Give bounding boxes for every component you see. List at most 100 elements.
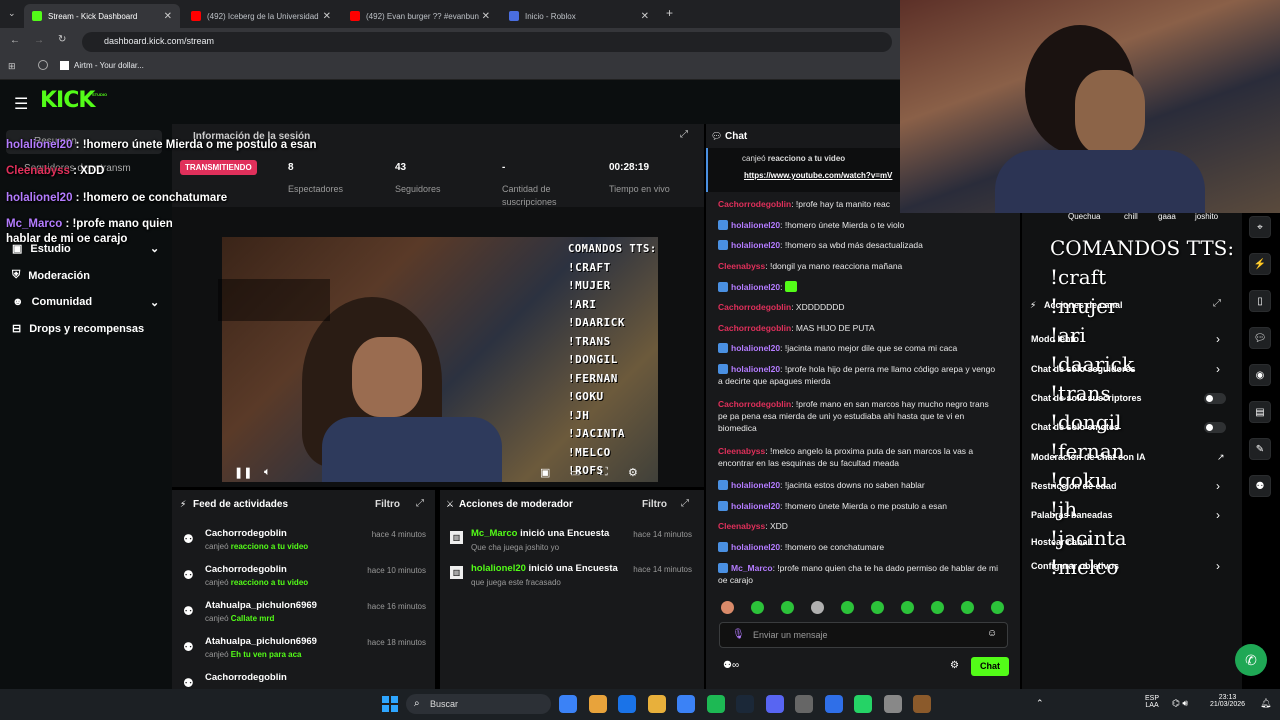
forward-icon[interactable]: →	[34, 35, 44, 46]
language-indicator[interactable]: ESP LAA	[1145, 695, 1159, 709]
emote-icon[interactable]	[991, 601, 1004, 614]
sidebar-item-drops[interactable]: ⊟ Drops y recompensas	[12, 322, 144, 336]
emoji-icon[interactable]: ☺	[987, 628, 997, 639]
channel-action-row[interactable]: Restricción de edad	[1031, 481, 1117, 491]
github-icon[interactable]	[765, 695, 784, 713]
apps-icon[interactable]: ⊞	[8, 61, 16, 72]
support-chat-icon[interactable]: ✆	[1235, 644, 1267, 676]
globe-icon[interactable]	[38, 60, 48, 70]
notification-bell-icon[interactable]: 🔔︎	[1260, 698, 1271, 709]
emote-icon[interactable]	[961, 601, 974, 614]
mod-username[interactable]: holalionel20	[471, 563, 526, 574]
chat-username[interactable]: holalionel20	[731, 480, 780, 490]
hamburger-menu-icon[interactable]: ☰	[14, 94, 28, 114]
vscode-icon[interactable]	[795, 695, 813, 713]
chat-username[interactable]: holalionel20	[731, 542, 780, 552]
new-tab-icon[interactable]: +	[666, 6, 673, 20]
bookmark-airtm[interactable]: Airtm - Your dollar...	[74, 61, 144, 70]
reload-icon[interactable]: ↻	[58, 34, 66, 45]
channel-action-row[interactable]: Chat de solo emotes	[1031, 422, 1119, 432]
emote-icon[interactable]	[781, 601, 794, 614]
store-icon[interactable]	[647, 695, 666, 713]
chat-username[interactable]: Cachorrodegoblin	[718, 302, 791, 312]
close-icon[interactable]: ✕	[482, 11, 490, 22]
whatsapp-icon[interactable]	[824, 695, 843, 713]
browser-tab[interactable]: (492) Evan burger ?? #evanbun ✕	[342, 4, 498, 28]
external-link-icon[interactable]: ↗	[1217, 452, 1225, 463]
close-icon[interactable]: ✕	[641, 11, 649, 22]
chat-settings-icon[interactable]: ⚙	[950, 660, 959, 671]
card-icon[interactable]: ▯	[1249, 290, 1271, 312]
chat-username[interactable]: holalionel20	[731, 282, 780, 292]
popout-icon[interactable]: ⤢	[416, 498, 424, 509]
tab-list-icon[interactable]: ⌄	[8, 8, 16, 19]
windows-start-icon[interactable]	[382, 696, 398, 712]
people-icon[interactable]: ⚉	[1249, 475, 1271, 497]
minecraft-icon[interactable]	[913, 695, 931, 713]
file-explorer-icon[interactable]	[618, 695, 636, 713]
volume-icon[interactable]: 🔈︎	[264, 466, 271, 479]
spotify-icon[interactable]	[677, 695, 695, 713]
chat-username[interactable]: holalionel20	[731, 501, 780, 511]
emote-icon[interactable]	[901, 601, 914, 614]
sidebar-item-community[interactable]: ☻ Comunidad ⌄	[12, 296, 159, 309]
tray-overflow-icon[interactable]: ⌃	[1036, 698, 1044, 709]
browser-tab[interactable]: Stream - Kick Dashboard ✕	[24, 4, 180, 28]
chevron-right-icon[interactable]: ›	[1216, 559, 1220, 573]
emote-label[interactable]: gaaa	[1158, 212, 1176, 221]
browser-tab[interactable]: Inicio - Roblox ✕	[501, 4, 657, 28]
chat-username[interactable]: Cachorrodegoblin	[718, 323, 791, 333]
edit-icon[interactable]: ✎	[1249, 438, 1271, 460]
steam-icon[interactable]	[706, 695, 725, 713]
chrome-icon[interactable]	[588, 695, 607, 713]
emote-label[interactable]: chill	[1124, 212, 1138, 221]
popout-icon[interactable]: ⤢	[680, 129, 688, 140]
broadcast-icon[interactable]: ◉	[1249, 364, 1271, 386]
browser-tab[interactable]: (492) Iceberg de la Universidad ✕	[183, 4, 339, 28]
chat-username[interactable]: holalionel20	[731, 343, 780, 353]
channel-action-row[interactable]: Palabras baneadas	[1031, 510, 1113, 520]
chat-icon[interactable]: 💬︎	[1249, 327, 1271, 349]
kick-logo[interactable]: KICK	[40, 88, 95, 113]
target-icon[interactable]: ⌖	[1249, 216, 1271, 238]
chat-username[interactable]: Cachorrodegoblin	[718, 399, 791, 409]
microphone-icon[interactable]: 🎙︎	[732, 629, 745, 640]
emote-label[interactable]: Quechua	[1068, 212, 1100, 221]
sidebar-item-moderation[interactable]: ⛨ Moderación	[12, 269, 90, 282]
pinned-link[interactable]: https://www.youtube.com/watch?v=mV	[744, 171, 892, 180]
pip-icon[interactable]: ▣	[540, 466, 550, 479]
chat-username[interactable]: Cleenabyss	[718, 521, 765, 531]
toggle-switch[interactable]	[1204, 393, 1226, 404]
emote-icon[interactable]	[811, 601, 824, 614]
channel-action-row[interactable]: Chat de solo seguidores	[1031, 364, 1136, 374]
lightning-icon[interactable]: ⚡	[1249, 253, 1271, 275]
pause-icon[interactable]: ❚❚	[234, 466, 252, 479]
chat-username[interactable]: Cleenabyss	[718, 446, 765, 456]
emote-icon[interactable]	[931, 601, 944, 614]
emote-icon[interactable]	[751, 601, 764, 614]
clock[interactable]: 23:13 21/03/2026	[1210, 694, 1245, 708]
app-icon[interactable]	[883, 695, 902, 713]
popout-icon[interactable]: ⤢	[681, 498, 689, 509]
chat-users-icon[interactable]: ⚉∞	[723, 660, 739, 671]
emote-icon[interactable]	[721, 601, 734, 614]
popout-icon[interactable]: ⤢	[1213, 298, 1221, 309]
network-icon[interactable]: ⌬ 🔊︎	[1172, 698, 1188, 709]
chevron-right-icon[interactable]: ›	[1216, 508, 1220, 522]
chat-username[interactable]: Cleenabyss	[718, 261, 765, 271]
back-icon[interactable]: ←	[10, 35, 20, 46]
feed-filter-button[interactable]: Filtro	[375, 499, 400, 510]
chevron-right-icon[interactable]: ›	[1216, 479, 1220, 493]
chat-username[interactable]: Mc_Marco	[731, 563, 773, 573]
chat-username[interactable]: Cachorrodegoblin	[718, 199, 791, 209]
feed-username[interactable]: Atahualpa_pichulon6969	[205, 636, 317, 647]
settings-gear-icon[interactable]: ⚙	[628, 466, 638, 479]
send-chat-button[interactable]: Chat	[971, 657, 1009, 676]
app-icon[interactable]	[854, 695, 872, 713]
channel-action-row[interactable]: Hostear canal	[1031, 537, 1090, 547]
channel-action-row[interactable]: Moderación de chat con IA	[1031, 452, 1146, 462]
channel-action-row[interactable]: Chat de solo suscriptores	[1031, 393, 1142, 403]
close-icon[interactable]: ✕	[164, 11, 172, 22]
toggle-switch[interactable]	[1204, 422, 1226, 433]
copilot-icon[interactable]	[559, 695, 577, 713]
